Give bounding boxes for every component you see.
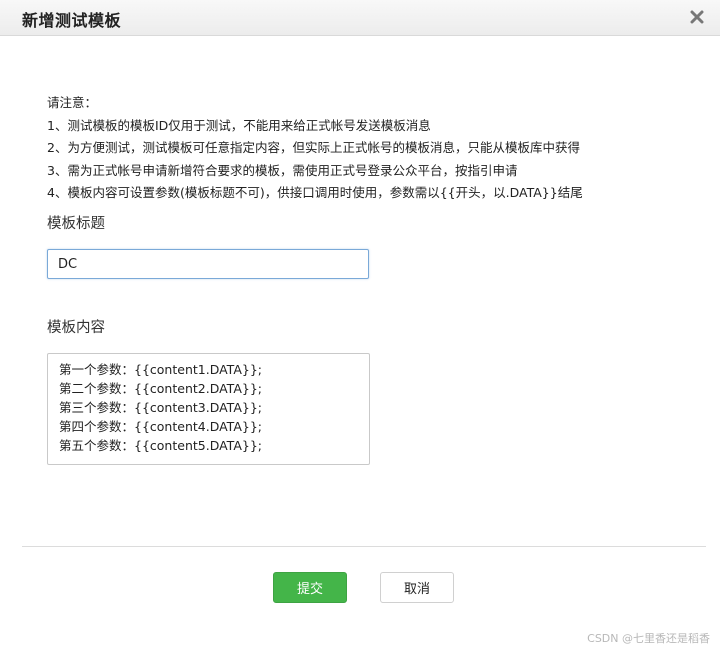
dialog-header: 新增测试模板 xyxy=(0,0,720,36)
content-line: 第一个参数：{{content1.DATA}}; xyxy=(59,362,263,377)
dialog: 新增测试模板 请注意： 1、测试模板的模板ID仅用于测试，不能用来给正式帐号发送… xyxy=(0,0,720,652)
content-line: 第五个参数：{{content5.DATA}}; xyxy=(59,438,263,453)
dialog-title: 新增测试模板 xyxy=(22,11,122,30)
content-line: 第三个参数：{{content3.DATA}}; xyxy=(59,400,263,415)
cancel-button[interactable]: 取消 xyxy=(380,572,454,603)
template-content-textarea[interactable]: 第一个参数：{{content1.DATA}}; 第二个参数：{{content… xyxy=(47,353,370,465)
notice-item: 1、测试模板的模板ID仅用于测试，不能用来给正式帐号发送模板消息 xyxy=(47,117,431,133)
content-line: 第四个参数：{{content4.DATA}}; xyxy=(59,419,263,434)
notice-block: 请注意： 1、测试模板的模板ID仅用于测试，不能用来给正式帐号发送模板消息 2、… xyxy=(47,92,583,205)
close-icon xyxy=(690,10,704,24)
close-button[interactable] xyxy=(686,6,708,28)
notice-item: 3、需为正式帐号申请新增符合要求的模板，需使用正式号登录公众平台，按指引申请 xyxy=(47,162,518,178)
template-content-label: 模板内容 xyxy=(47,320,105,336)
content-line: 第二个参数：{{content2.DATA}}; xyxy=(59,381,263,396)
watermark-text: CSDN @七里香还是稻香 xyxy=(587,632,710,645)
notice-item: 4、模板内容可设置参数(模板标题不可)，供接口调用时使用，参数需以{{开头，以.… xyxy=(47,185,583,200)
template-title-input[interactable] xyxy=(47,249,369,279)
notice-heading: 请注意： xyxy=(47,95,98,110)
template-title-label: 模板标题 xyxy=(47,216,105,232)
notice-item: 2、为方便测试，测试模板可任意指定内容，但实际上正式帐号的模板消息，只能从模板库… xyxy=(47,140,580,155)
footer-divider xyxy=(22,546,706,547)
submit-button[interactable]: 提交 xyxy=(273,572,347,603)
